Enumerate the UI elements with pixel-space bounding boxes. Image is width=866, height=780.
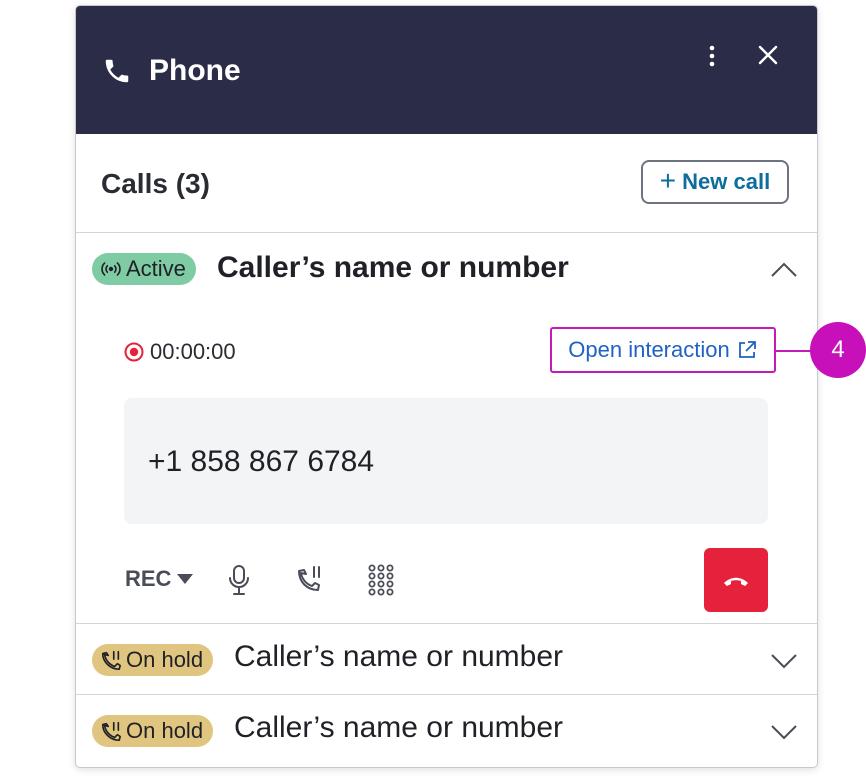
- hold-status-badge: On hold: [92, 644, 214, 676]
- hang-up-icon: [724, 577, 748, 586]
- timer-value: 00:00:00: [150, 339, 236, 364]
- hang-up-button[interactable]: [704, 548, 768, 612]
- rec-dropdown[interactable]: REC: [125, 566, 194, 592]
- panel-header: Phone: [76, 6, 817, 134]
- call-timer: 00:00:00: [124, 339, 236, 365]
- chevron-down-icon[interactable]: [770, 723, 798, 741]
- external-link-icon: [738, 341, 756, 358]
- new-call-button[interactable]: + New call: [641, 160, 789, 204]
- transfer-call-icon[interactable]: [294, 563, 324, 597]
- hold-status-label: On hold: [126, 718, 204, 743]
- rec-label: REC: [125, 566, 172, 591]
- hold-status-badge: On hold: [92, 715, 214, 747]
- calls-bar: Calls (3) + New call: [76, 134, 817, 233]
- active-call-section: Active Caller’s name or number 00:00:00 …: [76, 233, 817, 624]
- phone-panel: Phone Calls (3) + New call Active Caller…: [75, 5, 818, 768]
- call-controls: REC: [124, 548, 768, 612]
- active-status-label: Active: [126, 256, 186, 281]
- new-call-label: New call: [682, 169, 771, 194]
- more-vertical-icon[interactable]: [702, 42, 722, 70]
- hold-icon: [101, 650, 121, 670]
- active-status-badge: Active: [92, 253, 196, 285]
- phone-number-display: +1 858 867 6784: [124, 398, 768, 524]
- record-icon: [124, 342, 144, 362]
- held-call-row[interactable]: On hold Caller’s name or number: [76, 624, 817, 695]
- active-caller-name: Caller’s name or number: [217, 251, 569, 284]
- hold-status-label: On hold: [126, 647, 204, 672]
- chevron-down-icon[interactable]: [770, 652, 798, 670]
- held-caller-name: Caller’s name or number: [234, 711, 564, 744]
- held-call-row[interactable]: On hold Caller’s name or number: [76, 695, 817, 765]
- chevron-up-icon[interactable]: [770, 260, 798, 278]
- open-interaction-link[interactable]: Open interaction: [550, 327, 776, 373]
- callout-badge: 4: [810, 322, 866, 378]
- microphone-icon[interactable]: [224, 563, 254, 597]
- calls-count-title: Calls (3): [101, 168, 210, 199]
- broadcast-icon: [101, 262, 121, 276]
- open-interaction-label: Open interaction: [568, 337, 730, 362]
- held-caller-name: Caller’s name or number: [234, 640, 564, 673]
- caret-down-icon: [177, 574, 194, 584]
- keypad-icon[interactable]: [366, 563, 396, 597]
- phone-number: +1 858 867 6784: [148, 445, 375, 478]
- plus-icon: +: [659, 165, 677, 196]
- phone-icon: [105, 59, 129, 83]
- panel-title: Phone: [149, 54, 241, 87]
- hold-icon: [101, 721, 121, 741]
- close-icon[interactable]: [757, 44, 779, 66]
